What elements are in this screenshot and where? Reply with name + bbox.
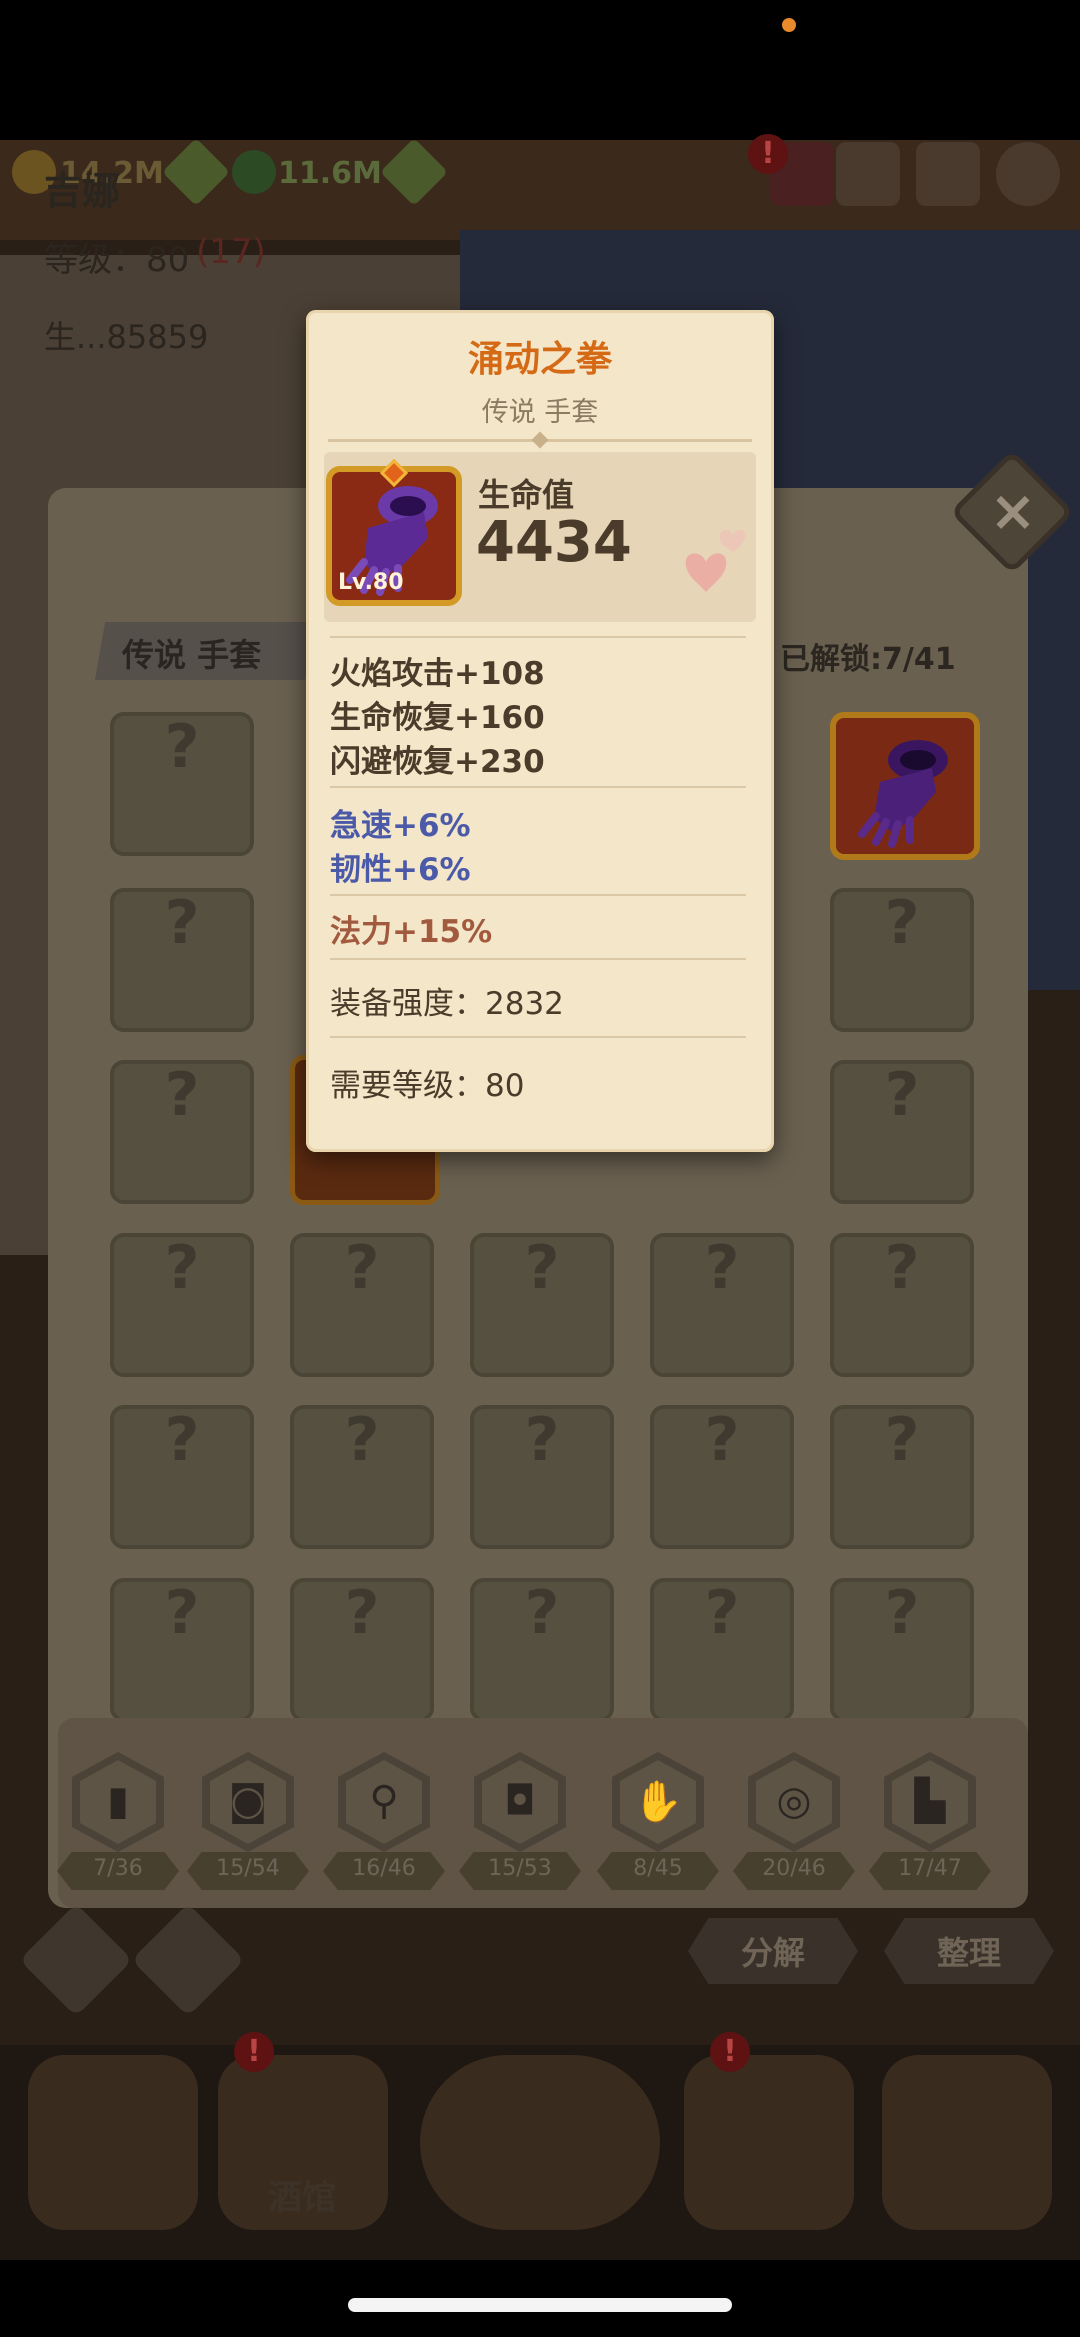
stat-divider	[330, 894, 746, 896]
stat-divider	[330, 958, 746, 960]
unknown-item-icon: ?	[524, 1233, 560, 1303]
book-icon: ▮	[106, 1778, 129, 1824]
locked-slot[interactable]: ?	[830, 888, 974, 1032]
special-stat-mana: 法力+15%	[330, 914, 493, 950]
collection-category-title: 传说 手套	[122, 636, 262, 674]
unknown-item-icon: ?	[704, 1405, 740, 1475]
base-stat-fire-attack: 火焰攻击+108	[330, 656, 545, 692]
item-level-badge: Lv.80	[338, 570, 404, 595]
main-stat-value: 4434	[476, 510, 632, 575]
locked-slot[interactable]: ?	[110, 888, 254, 1032]
tab-book-count: 7/36	[93, 1856, 143, 1881]
locked-slot[interactable]: ?	[110, 1405, 254, 1549]
locked-slot[interactable]: ?	[650, 1405, 794, 1549]
locked-slot[interactable]: ?	[470, 1578, 614, 1722]
item-rarity-type: 传说 手套	[481, 397, 599, 428]
chat-icon[interactable]	[836, 142, 900, 206]
bonus-stat-toughness: 韧性+6%	[330, 852, 471, 888]
locked-slot[interactable]: ?	[830, 1405, 974, 1549]
bonus-stat-haste: 急速+6%	[330, 808, 471, 844]
nav-shop-tile[interactable]	[882, 2055, 1052, 2230]
unknown-item-icon: ?	[524, 1405, 560, 1475]
stat-divider	[330, 1036, 746, 1038]
unknown-item-icon: ?	[344, 1405, 380, 1475]
stat-divider	[330, 786, 746, 788]
unknown-item-icon: ?	[524, 1578, 560, 1648]
home-indicator[interactable]	[348, 2298, 732, 2312]
tab-amulet-count: 16/46	[352, 1856, 416, 1881]
unknown-item-icon: ?	[164, 1060, 200, 1130]
unknown-item-icon: ?	[884, 1578, 920, 1648]
tab-robe-count: 15/53	[488, 1856, 552, 1881]
locked-slot[interactable]: ?	[290, 1405, 434, 1549]
unknown-item-icon: ?	[884, 1405, 920, 1475]
glove-icon: ✋	[633, 1779, 683, 1825]
unknown-item-icon: ?	[884, 1060, 920, 1130]
status-bar	[0, 0, 1080, 140]
locked-slot[interactable]: ?	[290, 1578, 434, 1722]
unlock-progress: 已解锁:7/41	[780, 642, 956, 677]
tab-glove-count: 8/45	[633, 1856, 683, 1881]
unknown-item-icon: ?	[884, 888, 920, 958]
tab-ring-count: 20/46	[762, 1856, 826, 1881]
locked-slot[interactable]: ?	[830, 1578, 974, 1722]
glove-icon	[840, 722, 970, 850]
hero-name: 吉娜	[44, 169, 121, 213]
ring-icon: ◎	[776, 1778, 812, 1824]
locked-slot[interactable]: ?	[650, 1578, 794, 1722]
locked-slot[interactable]: ?	[110, 1578, 254, 1722]
locked-slot[interactable]: ?	[110, 712, 254, 856]
locked-slot[interactable]: ?	[470, 1405, 614, 1549]
unknown-item-icon: ?	[344, 1233, 380, 1303]
tab-armor-top-count: 15/54	[216, 1856, 280, 1881]
organize-label: 整理	[936, 1934, 1001, 1972]
boot-icon: ▙	[914, 1778, 946, 1824]
camera-indicator-dot	[782, 18, 796, 32]
nav-home-tile[interactable]	[28, 2055, 198, 2230]
unknown-item-icon: ?	[704, 1578, 740, 1648]
locked-slot[interactable]: ?	[110, 1233, 254, 1377]
item-name: 涌动之拳	[467, 339, 612, 380]
locked-slot[interactable]: ?	[470, 1233, 614, 1377]
locked-slot[interactable]: ?	[110, 1060, 254, 1204]
tavern-alert-icon: !	[234, 2032, 274, 2072]
stat-divider	[330, 636, 746, 638]
leaf-gem-icon	[232, 150, 276, 194]
base-stat-hp-regen: 生命恢复+160	[330, 700, 545, 736]
unknown-item-icon: ?	[164, 712, 200, 782]
event-alert-icon: !	[748, 134, 788, 174]
unknown-item-icon: ?	[344, 1578, 380, 1648]
hero-level: 等级：80	[44, 240, 190, 280]
tab-boot-count: 17/47	[898, 1856, 962, 1881]
gear-icon[interactable]	[996, 142, 1060, 206]
unknown-item-icon: ?	[164, 1233, 200, 1303]
close-icon: ×	[989, 479, 1037, 544]
required-level: 需要等级：80	[330, 1068, 525, 1104]
equipment-power: 装备强度：2832	[330, 986, 564, 1022]
unknown-item-icon: ?	[164, 1405, 200, 1475]
nav-hero-tile[interactable]	[684, 2055, 854, 2230]
locked-slot[interactable]: ?	[650, 1233, 794, 1377]
unknown-item-icon: ?	[884, 1233, 920, 1303]
nav-tavern-label: 酒馆	[268, 2178, 336, 2218]
hero-alert-icon: !	[710, 2032, 750, 2072]
heart-icon	[676, 520, 756, 616]
locked-slot[interactable]: ?	[830, 1233, 974, 1377]
locked-slot[interactable]: ?	[290, 1233, 434, 1377]
armor-top-icon: ◙	[228, 1778, 268, 1824]
amulet-icon: ⚲	[369, 1778, 399, 1824]
nav-battle-tile[interactable]	[420, 2055, 660, 2230]
decompose-label: 分解	[740, 1934, 805, 1972]
hero-level-bonus: (17)	[196, 232, 266, 272]
gem-amount: 11.6M	[278, 156, 382, 191]
locked-slot[interactable]: ?	[830, 1060, 974, 1204]
unknown-item-icon: ?	[164, 1578, 200, 1648]
unknown-item-icon: ?	[704, 1233, 740, 1303]
hero-hp: 生...85859	[44, 318, 209, 356]
unknown-item-icon: ?	[164, 888, 200, 958]
base-stat-dodge-regen: 闪避恢复+230	[330, 744, 545, 780]
mail-icon[interactable]	[916, 142, 980, 206]
robe-icon: ◘	[504, 1778, 536, 1824]
